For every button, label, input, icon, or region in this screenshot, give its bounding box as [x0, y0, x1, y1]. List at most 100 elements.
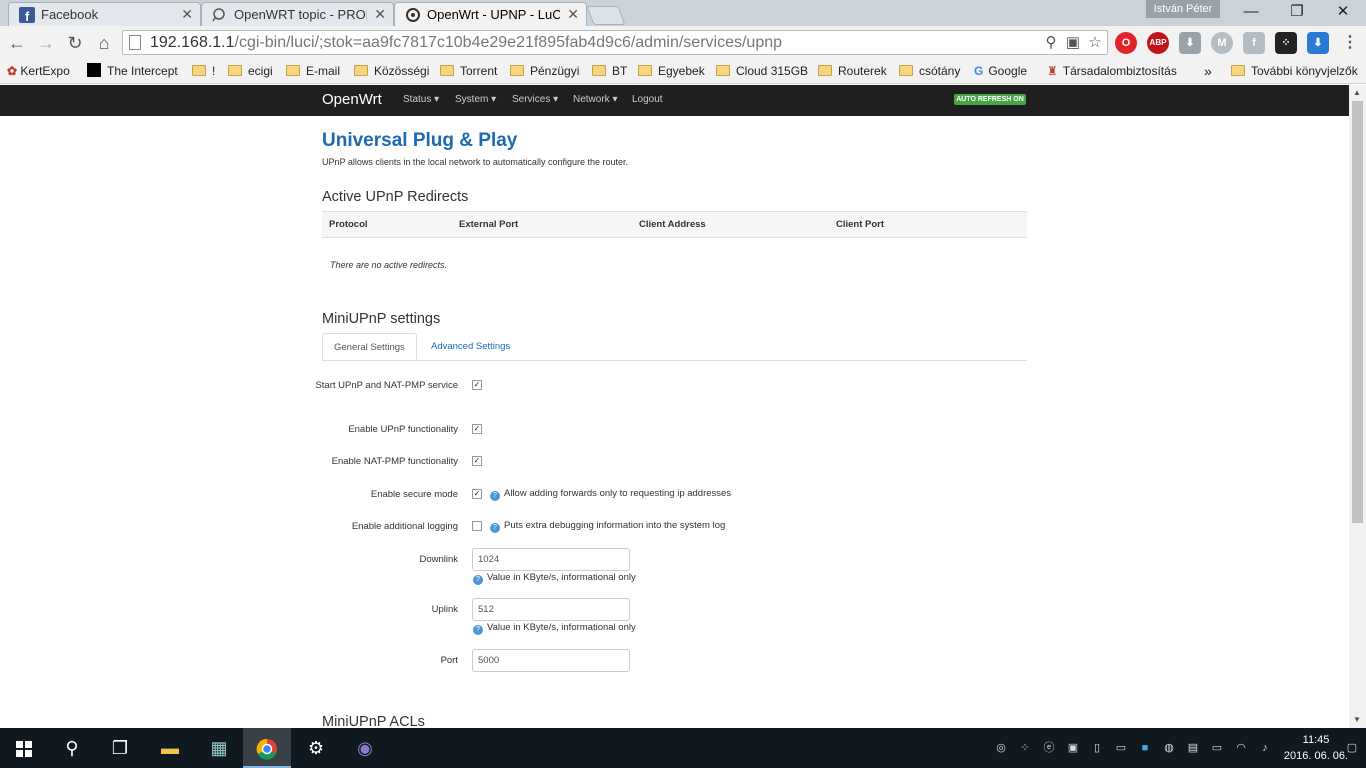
- facebook-ext-icon[interactable]: f: [1243, 32, 1265, 54]
- menu-status[interactable]: Status ▾: [403, 94, 439, 105]
- bookmark-folder-bt[interactable]: BT: [592, 62, 627, 80]
- tray-app-icon[interactable]: ■: [1137, 740, 1153, 756]
- tray-sync-icon[interactable]: ▤: [1185, 740, 1201, 756]
- bookmarks-overflow-icon[interactable]: »: [1204, 62, 1212, 80]
- bookmark-folder-ecigi[interactable]: ecigi: [228, 62, 273, 80]
- task-view-icon[interactable]: ❐: [96, 728, 144, 768]
- menu-system[interactable]: System ▾: [455, 94, 496, 105]
- notifications-icon[interactable]: ▢: [1344, 740, 1360, 756]
- bookmark-folder-egyebek[interactable]: Egyebek: [638, 62, 705, 80]
- scroll-up-icon[interactable]: ▲: [1353, 88, 1361, 97]
- bookmark-tarsadalombiztositasi[interactable]: ♜ Társadalombiztosítási: [1047, 62, 1177, 80]
- tab-general-settings[interactable]: General Settings: [322, 333, 417, 360]
- bookmark-folder-torrent[interactable]: Torrent: [440, 62, 497, 80]
- chrome-menu-icon[interactable]: ⋮: [1339, 32, 1361, 54]
- profile-button[interactable]: István Péter: [1146, 0, 1220, 18]
- chrome-icon[interactable]: [243, 728, 291, 768]
- tray-usb-icon[interactable]: ▯: [1089, 740, 1105, 756]
- tray-e-icon[interactable]: ⓔ: [1041, 740, 1057, 756]
- reload-icon[interactable]: ↻: [63, 31, 87, 55]
- close-tab-icon[interactable]: ✕: [181, 6, 193, 23]
- facebook-icon: f: [19, 7, 35, 24]
- menu-label: Status: [403, 94, 432, 105]
- address-bar[interactable]: 192.168.1.1/cgi-bin/luci/;stok=aa9fc7817…: [122, 30, 1108, 55]
- port-input[interactable]: 5000: [472, 649, 630, 672]
- restore-icon[interactable]: ❐: [1274, 0, 1320, 24]
- secure-mode-checkbox[interactable]: ✓: [472, 489, 482, 499]
- clock[interactable]: 11:45 2016. 06. 06.: [1282, 732, 1350, 764]
- download-icon[interactable]: ⬇: [1179, 32, 1201, 54]
- windows-start-icon[interactable]: [0, 728, 48, 768]
- port-label: Port: [440, 655, 458, 666]
- start-service-checkbox[interactable]: ✓: [472, 380, 482, 390]
- bookmark-folder-routerek[interactable]: Routerek: [818, 62, 887, 80]
- minimize-icon[interactable]: —: [1228, 0, 1274, 24]
- scroll-down-icon[interactable]: ▼: [1353, 715, 1361, 724]
- vertical-scrollbar[interactable]: ▲ ▼: [1349, 85, 1366, 728]
- menu-services[interactable]: Services ▾: [512, 94, 558, 105]
- folder-icon: [510, 65, 524, 76]
- photos-app-icon[interactable]: ▦: [195, 728, 243, 768]
- translate-icon[interactable]: ▣: [1063, 33, 1083, 53]
- bookmark-folder-csotany[interactable]: csótány: [899, 62, 960, 80]
- blackberry-icon[interactable]: ⁘: [1275, 32, 1297, 54]
- enable-upnp-checkbox[interactable]: ✓: [472, 424, 482, 434]
- menu-logout[interactable]: Logout: [632, 94, 663, 105]
- settings-icon[interactable]: ⚙: [292, 728, 340, 768]
- close-window-icon[interactable]: ✕: [1320, 0, 1366, 24]
- bookmark-label: További könyvjelzők: [1251, 64, 1358, 78]
- scrollbar-thumb[interactable]: [1352, 101, 1363, 523]
- battery-icon[interactable]: ▭: [1209, 740, 1225, 756]
- bookmark-folder-excl[interactable]: !: [192, 62, 215, 80]
- bittorrent-icon[interactable]: ◉: [341, 728, 389, 768]
- enable-natpmp-checkbox[interactable]: ✓: [472, 456, 482, 466]
- url-text[interactable]: 192.168.1.1/cgi-bin/luci/;stok=aa9fc7817…: [150, 34, 782, 52]
- bookmark-other[interactable]: További könyvjelzők: [1231, 62, 1358, 80]
- menu-network[interactable]: Network ▾: [573, 94, 618, 105]
- kertexpo-icon: ✿: [7, 64, 18, 78]
- bookmark-folder-email[interactable]: E-mail: [286, 62, 340, 80]
- openwrt-icon: [405, 7, 421, 23]
- close-tab-icon[interactable]: ✕: [567, 6, 579, 23]
- tray-display-icon[interactable]: ▭: [1113, 740, 1129, 756]
- new-tab-button[interactable]: [586, 6, 626, 25]
- wifi-icon[interactable]: ◠: [1233, 740, 1249, 756]
- auto-refresh-badge[interactable]: AUTO REFRESH ON: [954, 94, 1026, 105]
- back-icon[interactable]: ←: [5, 31, 29, 55]
- downlink-input[interactable]: 1024: [472, 548, 630, 571]
- bookmark-folder-penzugyi[interactable]: Pénzügyi: [510, 62, 579, 80]
- tray-bittorrent-icon[interactable]: ◎: [993, 740, 1009, 756]
- tray-chrome-icon[interactable]: ◍: [1161, 740, 1177, 756]
- bookmark-label: Közösségi: [374, 64, 430, 78]
- bookmark-folder-cloud[interactable]: Cloud 315GB: [716, 62, 808, 80]
- bookmark-label: csótány: [919, 64, 961, 78]
- m-icon[interactable]: M: [1211, 32, 1233, 54]
- bookmark-kertexpo[interactable]: ✿ KertExpo: [7, 62, 70, 80]
- forward-icon[interactable]: →: [34, 31, 58, 55]
- logging-label: Enable additional logging: [351, 521, 458, 532]
- close-tab-icon[interactable]: ✕: [374, 6, 386, 23]
- bookmark-folder-kozossegi[interactable]: Közösségi: [354, 62, 429, 80]
- search-icon[interactable]: ⚲: [48, 728, 96, 768]
- bookmark-the-intercept[interactable]: The Intercept: [87, 62, 178, 80]
- file-explorer-icon[interactable]: ▬: [146, 728, 194, 768]
- volume-icon[interactable]: ♪: [1257, 740, 1273, 756]
- uplink-input[interactable]: 512: [472, 598, 630, 621]
- logging-checkbox[interactable]: [472, 521, 482, 531]
- tray-blackberry-icon[interactable]: ⁘: [1017, 740, 1033, 756]
- caret-down-icon: ▾: [434, 94, 440, 105]
- tab-openwrt-topic[interactable]: OpenWRT topic - PROHAR ✕: [201, 2, 394, 26]
- bookmark-star-icon[interactable]: ☆: [1085, 33, 1105, 53]
- tab-openwrt-upnp[interactable]: OpenWrt - UPNP - LuCI ✕: [394, 2, 587, 26]
- brand-logo[interactable]: OpenWrt: [322, 91, 382, 108]
- tray-network-share-icon[interactable]: ▣: [1065, 740, 1081, 756]
- home-icon[interactable]: ⌂: [92, 31, 116, 55]
- zoom-icon[interactable]: ⚲: [1041, 33, 1061, 53]
- tab-facebook[interactable]: f Facebook ✕: [8, 2, 201, 26]
- bookmark-google[interactable]: G Google: [974, 62, 1027, 80]
- tab-advanced-settings[interactable]: Advanced Settings: [420, 333, 521, 360]
- google-icon: G: [974, 64, 984, 78]
- adblock-icon[interactable]: ABP: [1147, 32, 1169, 54]
- download-blue-icon[interactable]: ⬇: [1307, 32, 1329, 54]
- opera-icon[interactable]: O: [1115, 32, 1137, 54]
